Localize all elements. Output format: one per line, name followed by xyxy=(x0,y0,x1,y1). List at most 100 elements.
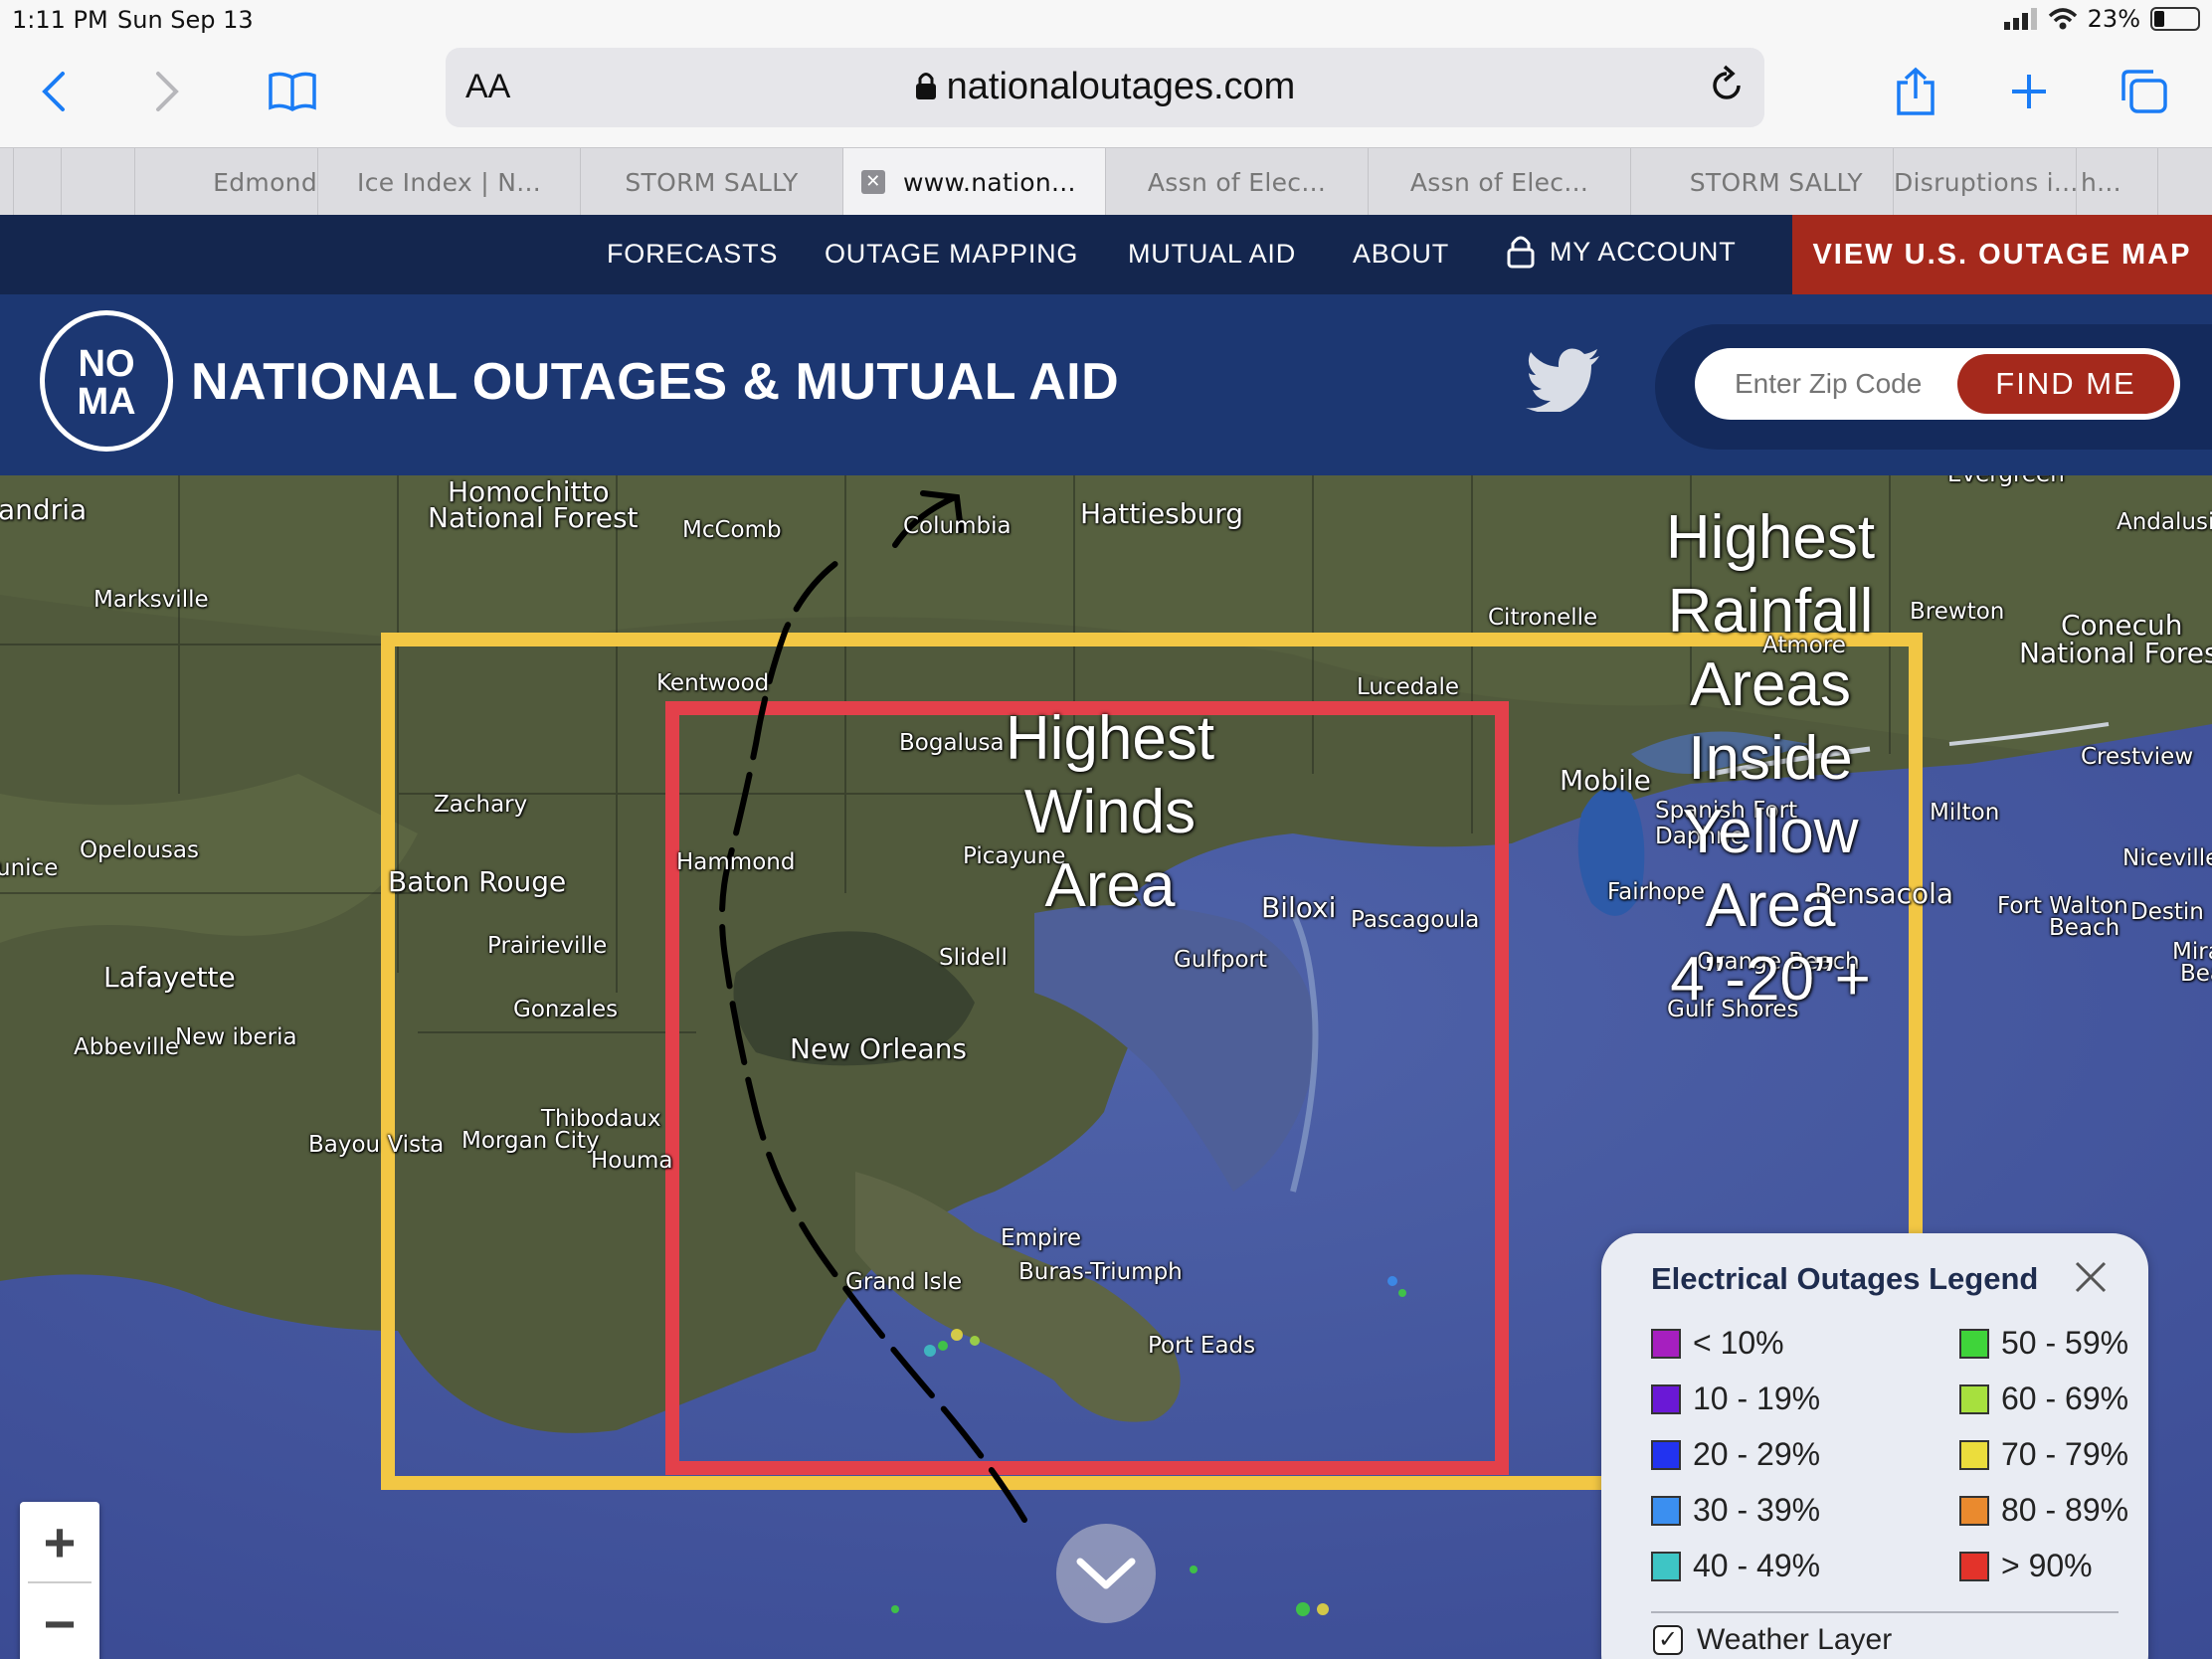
close-icon[interactable] xyxy=(2073,1259,2109,1300)
legend-swatch xyxy=(1959,1495,1989,1526)
map-label: Destin xyxy=(2130,899,2204,925)
cellular-icon xyxy=(2003,8,2037,30)
legend-item: 70 - 79% xyxy=(1959,1436,2128,1473)
find-me-button[interactable]: FIND ME xyxy=(1957,354,2174,414)
map-label: Houma xyxy=(591,1148,673,1174)
reload-icon[interactable] xyxy=(1707,64,1747,112)
map-label: Port Eads xyxy=(1148,1333,1256,1359)
nav-mutual-aid[interactable]: MUTUAL AID xyxy=(1128,239,1296,270)
legend-item: 20 - 29% xyxy=(1651,1436,1820,1473)
map-label: National Forest xyxy=(428,501,639,534)
map-label: Kentwood xyxy=(656,670,770,696)
legend-swatch xyxy=(1651,1551,1681,1581)
map-label: Hammond xyxy=(676,849,796,875)
nav-outage-mapping[interactable]: OUTAGE MAPPING xyxy=(825,239,1078,270)
map-label: Hattiesburg xyxy=(1080,497,1244,530)
tab[interactable]: Assn of Elec... xyxy=(1106,148,1369,216)
legend-label: 20 - 29% xyxy=(1693,1436,1821,1472)
legend-swatch xyxy=(1959,1439,1989,1470)
tab[interactable] xyxy=(62,148,135,216)
site-name[interactable]: NATIONAL OUTAGES & MUTUAL AID xyxy=(191,352,1119,412)
my-account-label: MY ACCOUNT xyxy=(1550,236,1737,267)
map-label: Biloxi xyxy=(1261,891,1337,924)
tab[interactable]: STORM SALLY xyxy=(581,148,843,216)
map-label: New Orleans xyxy=(790,1032,968,1065)
map-label: Bayou Vista xyxy=(308,1132,445,1158)
legend-item: 50 - 59% xyxy=(1959,1325,2128,1362)
tab[interactable] xyxy=(14,148,62,216)
map-label: Marksville xyxy=(93,587,209,613)
zoom-out-button[interactable]: − xyxy=(20,1583,99,1659)
checkbox-checked-icon[interactable]: ✓ xyxy=(1653,1625,1683,1655)
status-time: 1:11 PM xyxy=(12,6,108,34)
url-text: nationaloutages.com xyxy=(946,66,1296,107)
nav-forecasts[interactable]: FORECASTS xyxy=(607,239,778,270)
noma-logo[interactable]: NO MA xyxy=(40,310,173,452)
map-label: Baton Rouge xyxy=(388,865,567,898)
map-label: Andalusia xyxy=(2117,509,2212,535)
map-label: Lucedale xyxy=(1357,674,1460,700)
tab[interactable]: Ice Index | N... xyxy=(318,148,581,216)
map-label: Gulfport xyxy=(1174,947,1268,973)
status-bar: 1:11 PM Sun Sep 13 23% xyxy=(0,0,2212,40)
collapse-button[interactable] xyxy=(1056,1524,1156,1623)
outage-legend: Electrical Outages Legend < 10% 10 - 19%… xyxy=(1601,1233,2148,1659)
twitter-icon[interactable] xyxy=(1526,348,1601,417)
lock-icon xyxy=(915,73,936,99)
zoom-in-button[interactable]: + xyxy=(20,1502,99,1581)
forward-icon[interactable] xyxy=(135,60,199,123)
map-label: Buras-Triumph xyxy=(1018,1259,1183,1285)
legend-item: 60 - 69% xyxy=(1959,1381,2128,1417)
legend-item: < 10% xyxy=(1651,1325,1784,1362)
site-header: NO MA NATIONAL OUTAGES & MUTUAL AID FIND… xyxy=(0,294,2212,475)
map-label: McComb xyxy=(682,517,782,543)
legend-label: > 90% xyxy=(2001,1548,2093,1583)
map-label: Beach xyxy=(2049,915,2120,941)
map-label: Milton xyxy=(1930,800,2000,826)
status-right: 23% xyxy=(2003,5,2200,33)
legend-item: 10 - 19% xyxy=(1651,1381,1820,1417)
nav-about[interactable]: ABOUT xyxy=(1353,239,1449,270)
map-label: National Forest xyxy=(2019,637,2212,669)
map-label: Abbeville xyxy=(74,1034,180,1060)
map-label: Slidell xyxy=(939,945,1008,971)
site-nav: FORECASTS OUTAGE MAPPING MUTUAL AID ABOU… xyxy=(0,215,2212,294)
share-icon[interactable] xyxy=(1884,60,1947,123)
tab[interactable]: STORM SALLY xyxy=(1631,148,1894,216)
map-label: Grand Isle xyxy=(845,1269,963,1295)
close-tab-icon[interactable]: ✕ xyxy=(861,170,885,194)
tab-label: www.nation... xyxy=(903,167,1076,197)
map-label: Prairieville xyxy=(487,933,608,959)
map-label: Empire xyxy=(1001,1225,1082,1251)
nav-my-account[interactable]: MY ACCOUNT xyxy=(1506,235,1737,269)
weather-layer-toggle[interactable]: ✓ Weather Layer xyxy=(1653,1623,1892,1657)
logo-top: NO xyxy=(78,343,135,385)
wifi-icon xyxy=(2048,8,2077,30)
legend-swatch xyxy=(1651,1439,1681,1470)
chevron-down-icon xyxy=(1076,1558,1136,1589)
new-tab-icon[interactable] xyxy=(1997,60,2061,123)
tabs-overview-icon[interactable] xyxy=(2113,60,2176,123)
tab[interactable]: Edmond xyxy=(135,148,318,216)
url-display[interactable]: nationaloutages.com xyxy=(446,66,1764,108)
legend-swatch xyxy=(1959,1328,1989,1359)
view-outage-map-button[interactable]: VIEW U.S. OUTAGE MAP xyxy=(1792,215,2212,294)
legend-label: < 10% xyxy=(1693,1325,1784,1361)
back-icon[interactable] xyxy=(22,60,86,123)
address-bar[interactable]: AA nationaloutages.com xyxy=(446,48,1764,127)
browser-toolbar: AA nationaloutages.com xyxy=(0,40,2212,147)
tab[interactable]: Disruptions i... xyxy=(1894,148,2077,216)
map-label: unice xyxy=(0,855,59,881)
tab[interactable]: h... xyxy=(2077,148,2158,216)
legend-divider xyxy=(1651,1611,2119,1613)
tab[interactable] xyxy=(0,148,14,216)
tab-active[interactable]: ✕ www.nation... xyxy=(843,148,1106,216)
legend-label: 60 - 69% xyxy=(2001,1381,2129,1416)
tab[interactable]: Assn of Elec... xyxy=(1369,148,1631,216)
tab[interactable] xyxy=(2158,148,2212,216)
legend-label: 70 - 79% xyxy=(2001,1436,2129,1472)
bookmarks-icon[interactable] xyxy=(261,60,324,123)
map-label: andria xyxy=(0,493,88,526)
legend-swatch xyxy=(1651,1383,1681,1414)
zip-search: FIND ME xyxy=(1655,324,2212,450)
